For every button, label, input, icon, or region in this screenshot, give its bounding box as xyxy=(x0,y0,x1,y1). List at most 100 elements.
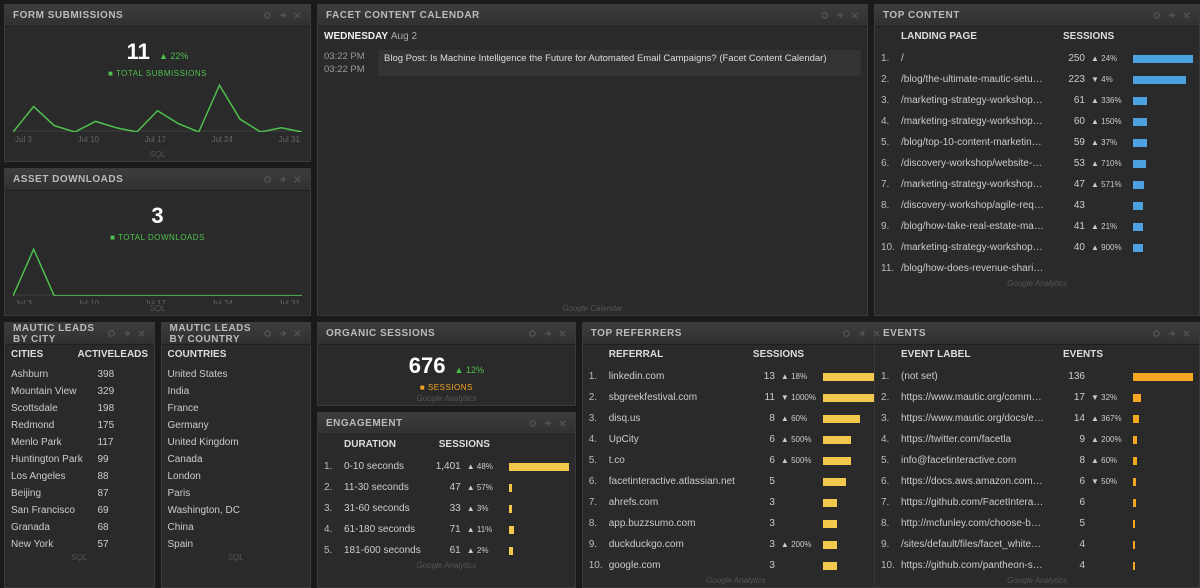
arrow-icon[interactable] xyxy=(543,329,552,338)
table-row[interactable]: 5.t.co6▲ 500% xyxy=(583,450,889,471)
table-row[interactable]: 4.https://twitter.com/facetla9▲ 200% xyxy=(875,429,1199,450)
table-row[interactable]: India xyxy=(162,383,311,400)
table-row[interactable]: 4.61-180 seconds71▲ 11% xyxy=(318,519,575,540)
table-row[interactable]: Mountain View329 xyxy=(5,383,154,400)
arrow-icon[interactable] xyxy=(835,11,844,20)
table-row[interactable]: 7.ahrefs.com3 xyxy=(583,492,889,513)
table-row[interactable]: 7.https://github.com/FacetInteractive6 xyxy=(875,492,1199,513)
close-icon[interactable] xyxy=(872,329,881,338)
row-label: https://docs.aws.amazon.com/ses/l… xyxy=(901,476,1051,487)
table-row[interactable]: Los Angeles88 xyxy=(5,468,154,485)
gear-icon[interactable] xyxy=(263,11,272,20)
axis-labels: Jul 3Jul 10Jul 17Jul 24Jul 31 xyxy=(13,135,302,144)
table-row[interactable]: United States xyxy=(162,366,311,383)
close-icon[interactable] xyxy=(850,11,859,20)
arrow-icon[interactable] xyxy=(278,329,287,338)
table-row[interactable]: France xyxy=(162,400,311,417)
table-row[interactable]: 3.disq.us8▲ 60% xyxy=(583,408,889,429)
gear-icon[interactable] xyxy=(1152,11,1161,20)
arrow-icon[interactable] xyxy=(278,175,287,184)
gear-icon[interactable] xyxy=(263,175,272,184)
table-row[interactable]: 6.facetinteractive.atlassian.net5 xyxy=(583,471,889,492)
table-row[interactable]: 5.info@facetinteractive.com8▲ 60% xyxy=(875,450,1199,471)
close-icon[interactable] xyxy=(293,175,302,184)
row-bar xyxy=(509,484,569,492)
table-row[interactable]: 1.(not set)136 xyxy=(875,366,1199,387)
table-row[interactable]: 1./250▲ 24% xyxy=(875,48,1199,69)
table-row[interactable]: San Francisco69 xyxy=(5,502,154,519)
table-row[interactable]: 2.11-30 seconds47▲ 57% xyxy=(318,477,575,498)
gear-icon[interactable] xyxy=(263,329,272,338)
table-row[interactable]: 9./sites/default/files/facet_white_label… xyxy=(875,534,1199,555)
table-row[interactable]: Washington, DC xyxy=(162,502,311,519)
arrow-icon[interactable] xyxy=(278,11,287,20)
gear-icon[interactable] xyxy=(842,329,851,338)
close-icon[interactable] xyxy=(137,329,146,338)
arrow-icon[interactable] xyxy=(857,329,866,338)
table-row[interactable]: 5./blog/top-10-content-marketing-stra…59… xyxy=(875,132,1199,153)
arrow-icon[interactable] xyxy=(543,419,552,428)
table-row[interactable]: 3.https://www.mautic.org/docs/en/set…14▲… xyxy=(875,408,1199,429)
gear-icon[interactable] xyxy=(528,329,537,338)
table-row[interactable]: 5.181-600 seconds61▲ 2% xyxy=(318,540,575,561)
table-row[interactable]: 10.https://github.com/pantheon-syste…4 xyxy=(875,555,1199,576)
gear-icon[interactable] xyxy=(528,419,537,428)
row-label: (not set) xyxy=(901,371,1051,382)
gear-icon[interactable] xyxy=(1152,329,1161,338)
row-bar xyxy=(1133,118,1193,126)
panel-header: FORM SUBMISSIONS xyxy=(5,5,310,27)
table-row[interactable]: New York57 xyxy=(5,536,154,553)
calendar-entry[interactable]: 03:22 PM 03:22 PM Blog Post: Is Machine … xyxy=(318,46,867,80)
arrow-icon[interactable] xyxy=(1167,329,1176,338)
table-row[interactable]: Granada68 xyxy=(5,519,154,536)
table-row[interactable]: 3./marketing-strategy-workshop/mark…61▲ … xyxy=(875,90,1199,111)
arrow-icon[interactable] xyxy=(122,329,131,338)
table-row[interactable]: 8.http://mcfunley.com/choose-boring-…5 xyxy=(875,513,1199,534)
arrow-icon[interactable] xyxy=(1167,11,1176,20)
table-row[interactable]: 10./marketing-strategy-workshop/mark…40▲… xyxy=(875,237,1199,258)
table-row[interactable]: 1.0-10 seconds1,401▲ 48% xyxy=(318,456,575,477)
row-change: ▼ 32% xyxy=(1091,393,1133,402)
table-row[interactable]: 3.31-60 seconds33▲ 3% xyxy=(318,498,575,519)
table-row[interactable]: 6./discovery-workshop/website-plann…53▲ … xyxy=(875,153,1199,174)
close-icon[interactable] xyxy=(558,419,567,428)
table-row[interactable]: Redmond175 xyxy=(5,417,154,434)
table-row[interactable]: 6.https://docs.aws.amazon.com/ses/l…6▼ 5… xyxy=(875,471,1199,492)
close-icon[interactable] xyxy=(293,11,302,20)
table-row[interactable]: 4./marketing-strategy-workshop/mark…60▲ … xyxy=(875,111,1199,132)
table-row[interactable]: Ashburn398 xyxy=(5,366,154,383)
metric-delta: ▲ 12% xyxy=(455,365,484,375)
close-icon[interactable] xyxy=(558,329,567,338)
table-row[interactable]: Menlo Park117 xyxy=(5,434,154,451)
table-row[interactable]: Canada xyxy=(162,451,311,468)
table-row[interactable]: 2./blog/the-ultimate-mautic-setup-guide2… xyxy=(875,69,1199,90)
close-icon[interactable] xyxy=(293,329,302,338)
table-row[interactable]: United Kingdom xyxy=(162,434,311,451)
table-row[interactable]: 9./blog/how-take-real-estate-marketi…41▲… xyxy=(875,216,1199,237)
table-row[interactable]: London xyxy=(162,468,311,485)
gear-icon[interactable] xyxy=(820,11,829,20)
gear-icon[interactable] xyxy=(107,329,116,338)
table-row[interactable]: 2.sbgreekfestival.com11▼ 1000% xyxy=(583,387,889,408)
table-row[interactable]: Spain xyxy=(162,536,311,553)
row-label: /marketing-strategy-workshop/mark… xyxy=(901,116,1051,127)
table-row[interactable]: 8./discovery-workshop/agile-require…43 xyxy=(875,195,1199,216)
table-row[interactable]: 7./marketing-strategy-workshop/mark…47▲ … xyxy=(875,174,1199,195)
table-row[interactable]: Germany xyxy=(162,417,311,434)
table-row[interactable]: 1.linkedin.com13▲ 18% xyxy=(583,366,889,387)
table-row[interactable]: China xyxy=(162,519,311,536)
table-row[interactable]: 8.app.buzzsumo.com3 xyxy=(583,513,889,534)
table-row[interactable]: Beijing87 xyxy=(5,485,154,502)
close-icon[interactable] xyxy=(1182,11,1191,20)
panel-leads-by-city: MAUTIC LEADS BY CITY CITIES ACTIVELEADS … xyxy=(4,322,155,588)
close-icon[interactable] xyxy=(1182,329,1191,338)
table-row[interactable]: 11./blog/how-does-revenue-sharing-dr… xyxy=(875,258,1199,279)
table-row[interactable]: 9.duckduckgo.com3▲ 200% xyxy=(583,534,889,555)
table-row[interactable]: 2.https://www.mautic.org/community/i…17▼… xyxy=(875,387,1199,408)
data-source: Google Analytics xyxy=(875,576,1199,587)
table-row[interactable]: Scottsdale198 xyxy=(5,400,154,417)
table-row[interactable]: Huntington Park99 xyxy=(5,451,154,468)
table-row[interactable]: 10.google.com3 xyxy=(583,555,889,576)
table-row[interactable]: 4.UpCity6▲ 500% xyxy=(583,429,889,450)
table-row[interactable]: Paris xyxy=(162,485,311,502)
